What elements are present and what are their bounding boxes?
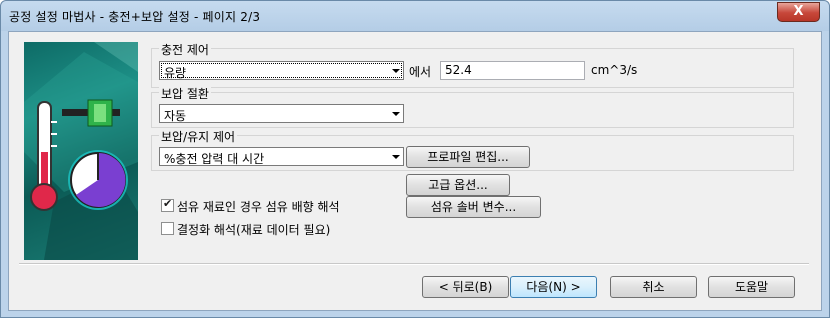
next-button[interactable]: 다음(N) >	[510, 276, 597, 298]
switchover-value: 자동	[164, 109, 187, 123]
process-illustration	[24, 42, 138, 260]
pack-control-value: %충전 압력 대 시간	[164, 152, 265, 166]
switchover-label: 보압 절환	[159, 85, 211, 102]
footer-separator	[19, 263, 809, 265]
wizard-illustration	[24, 42, 138, 260]
clock-icon	[68, 150, 128, 210]
dropdown-arrow-icon	[392, 69, 400, 73]
fill-control-label: 충전 제어	[159, 41, 211, 58]
cancel-button[interactable]: 취소	[610, 276, 697, 298]
fill-control-value: 유량	[164, 66, 187, 80]
crystallization-label: 결정화 해석(재료 데이터 필요)	[177, 223, 331, 237]
dropdown-arrow-icon	[392, 112, 400, 116]
crystallization-checkbox[interactable]	[161, 222, 174, 235]
flow-rate-unit: cm^3/s	[591, 63, 638, 77]
fiber-orientation-label: 섬유 재료인 경우 섬유 배향 해석	[177, 200, 340, 214]
wizard-window: 공정 설정 마법사 - 충전+보압 설정 - 페이지 2/3 X 충전 제어 유…	[0, 0, 830, 318]
close-icon: X	[793, 4, 804, 19]
fill-control-suffix: 에서	[409, 65, 432, 79]
checkmark-icon: ✔	[163, 197, 173, 210]
back-button[interactable]: < 뒤로(B)	[422, 276, 509, 298]
close-button[interactable]: X	[777, 2, 820, 22]
switchover-select[interactable]: 자동	[159, 104, 404, 123]
wizard-body: 충전 제어 유량 에서 52.4 cm^3/s 보압 절환 자동 보압/유지 제…	[8, 31, 822, 311]
fiber-solver-button[interactable]: 섬유 솔버 변수...	[406, 196, 541, 218]
flow-rate-input[interactable]: 52.4	[440, 61, 585, 80]
pack-control-label: 보압/유지 제어	[159, 128, 238, 145]
dropdown-arrow-icon	[392, 155, 400, 159]
advanced-options-button[interactable]: 고급 옵션...	[406, 174, 510, 196]
fill-control-select[interactable]: 유량	[159, 61, 404, 80]
edit-profile-button[interactable]: 프로파일 편집...	[406, 146, 530, 168]
title-bar: 공정 설정 마법사 - 충전+보압 설정 - 페이지 2/3 X	[1, 1, 829, 31]
fiber-orientation-checkbox[interactable]: ✔	[161, 197, 174, 212]
window-title: 공정 설정 마법사 - 충전+보압 설정 - 페이지 2/3	[9, 10, 261, 24]
help-button[interactable]: 도움말	[708, 276, 795, 298]
pack-control-select[interactable]: %충전 압력 대 시간	[159, 147, 404, 166]
